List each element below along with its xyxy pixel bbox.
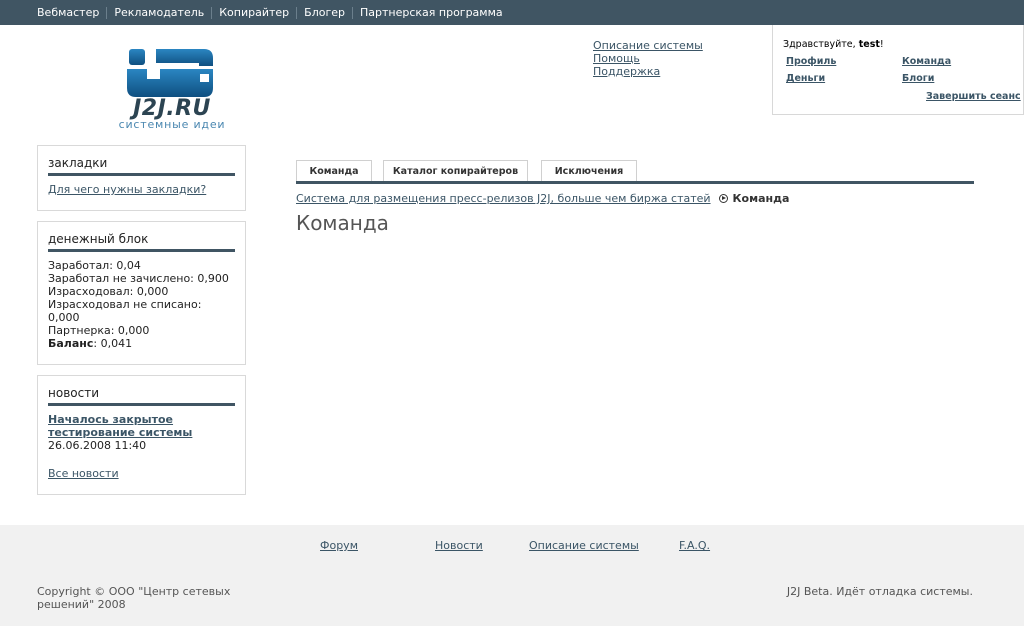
profile-link[interactable]: Профиль — [786, 56, 836, 67]
footer: Форум Новости Описание системы F.A.Q. Co… — [0, 525, 1024, 626]
money-block-title: денежный блок — [48, 232, 235, 252]
logo-icon — [127, 49, 213, 97]
balance: Баланс: 0,041 — [48, 337, 133, 350]
link-support[interactable]: Поддержка — [593, 65, 703, 78]
all-news-link[interactable]: Все новости — [48, 467, 119, 480]
tab-copywriter-catalog[interactable]: Каталог копирайтеров — [383, 160, 528, 181]
footer-faq-link[interactable]: F.A.Q. — [679, 539, 710, 552]
earned: Заработал: 0,04 — [48, 259, 141, 272]
breadcrumb-current: Команда — [732, 192, 790, 205]
beta-notice: J2J Beta. Идёт отладка системы. — [786, 585, 973, 598]
breadcrumb-home-link[interactable]: Система для размещения пресс-релизов J2J… — [296, 192, 711, 205]
header-links: Описание системы Помощь Поддержка — [593, 39, 703, 78]
logout-link[interactable]: Завершить сеанс — [926, 91, 1021, 102]
logo-text: J2J.RU — [133, 96, 211, 121]
nav-blogger[interactable]: Блогер — [296, 6, 352, 19]
bookmarks-box: закладки Для чего нужны закладки? — [37, 145, 246, 211]
team-link[interactable]: Команда — [902, 56, 951, 67]
tab-underline — [296, 181, 974, 184]
link-system-description[interactable]: Описание системы — [593, 39, 703, 52]
footer-news-link[interactable]: Новости — [435, 539, 483, 552]
tab-bar: Команда Каталог копирайтеров Исключения — [296, 160, 974, 185]
breadcrumb: Система для размещения пресс-релизов J2J… — [296, 192, 789, 205]
site-logo[interactable]: J2J.RU системные идеи — [116, 46, 228, 132]
tab-exclusions[interactable]: Исключения — [541, 160, 637, 181]
copyright: Copyright © ООО "Центр сетевых решений" … — [37, 585, 231, 611]
news-box: новости Началось закрытое тестирование с… — [37, 375, 246, 495]
link-help[interactable]: Помощь — [593, 52, 703, 65]
blogs-link[interactable]: Блоги — [902, 73, 934, 84]
tab-team[interactable]: Команда — [296, 160, 372, 181]
greeting: Здравствуйте, test! — [783, 39, 884, 50]
partner-earnings: Партнерка: 0,000 — [48, 324, 150, 337]
user-box: Здравствуйте, test! Профиль Команда День… — [772, 25, 1024, 115]
arrow-right-icon — [718, 194, 728, 203]
money-block: денежный блок Заработал: 0,04 Заработал … — [37, 221, 246, 365]
news-item-link[interactable]: Началось закрытое тестирование системы — [48, 413, 235, 439]
top-navigation: Вебмастер Рекламодатель Копирайтер Блоге… — [0, 0, 1024, 25]
username: test — [858, 39, 880, 50]
spent: Израсходовал: 0,000 — [48, 285, 169, 298]
money-link[interactable]: Деньги — [786, 73, 825, 84]
nav-webmaster[interactable]: Вебмастер — [30, 6, 106, 19]
spent-pending: Израсходовал не списано: 0,000 — [48, 298, 202, 324]
earned-pending: Заработал не зачислено: 0,900 — [48, 272, 229, 285]
footer-forum-link[interactable]: Форум — [320, 539, 358, 552]
nav-advertiser[interactable]: Рекламодатель — [106, 6, 211, 19]
news-title: новости — [48, 386, 235, 406]
bookmarks-title: закладки — [48, 156, 235, 176]
footer-description-link[interactable]: Описание системы — [529, 539, 639, 552]
nav-copywriter[interactable]: Копирайтер — [211, 6, 296, 19]
logo-subtitle: системные идеи — [118, 118, 226, 131]
page-title: Команда — [296, 211, 389, 235]
news-item-date: 26.06.2008 11:40 — [48, 439, 147, 452]
nav-partner-program[interactable]: Партнерская программа — [352, 6, 510, 19]
bookmarks-help-link[interactable]: Для чего нужны закладки? — [48, 183, 206, 196]
